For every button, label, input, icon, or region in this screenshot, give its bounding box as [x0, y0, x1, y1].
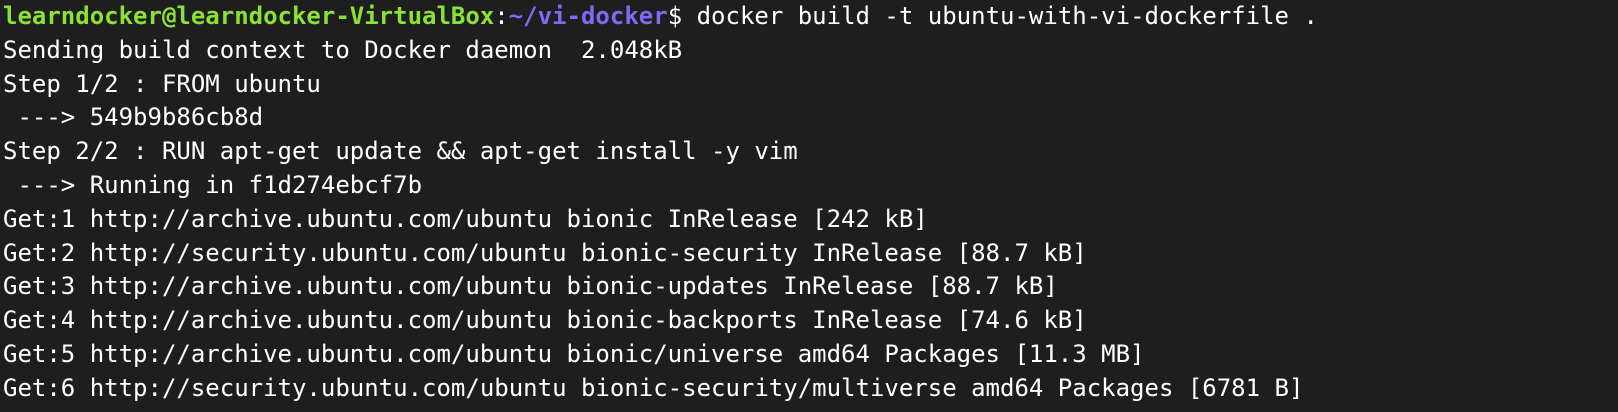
- output-line: Get:4 http://archive.ubuntu.com/ubuntu b…: [3, 306, 1087, 335]
- prompt-user-host: learndocker@learndocker-VirtualBox: [3, 2, 495, 30]
- output-line: Get:5 http://archive.ubuntu.com/ubuntu b…: [3, 339, 1145, 368]
- prompt-path: ~/vi-docker: [508, 2, 668, 30]
- output-line: ---> Running in f1d274ebcf7b: [3, 170, 423, 199]
- output-line: Get:6 http://security.ubuntu.com/ubuntu …: [3, 373, 1304, 402]
- output-line: Sending build context to Docker daemon 2…: [3, 35, 683, 64]
- terminal-window[interactable]: learndocker@learndocker-VirtualBox:~/vi-…: [0, 0, 1618, 412]
- output-line: Get:1 http://archive.ubuntu.com/ubuntu b…: [3, 204, 928, 233]
- prompt-command: docker build -t ubuntu-with-vi-dockerfil…: [682, 2, 1318, 30]
- prompt-colon: :: [494, 2, 509, 30]
- output-line: Step 2/2 : RUN apt-get update && apt-get…: [3, 137, 798, 166]
- output-line: ---> 549b9b86cb8d: [3, 103, 264, 132]
- output-line: Get:3 http://archive.ubuntu.com/ubuntu b…: [3, 272, 1058, 301]
- output-line: Step 1/2 : FROM ubuntu: [3, 69, 321, 98]
- output-line: Get:2 http://security.ubuntu.com/ubuntu …: [3, 238, 1087, 267]
- prompt-dollar: $: [667, 2, 683, 30]
- prompt-line: learndocker@learndocker-VirtualBox:~/vi-…: [3, 0, 1618, 34]
